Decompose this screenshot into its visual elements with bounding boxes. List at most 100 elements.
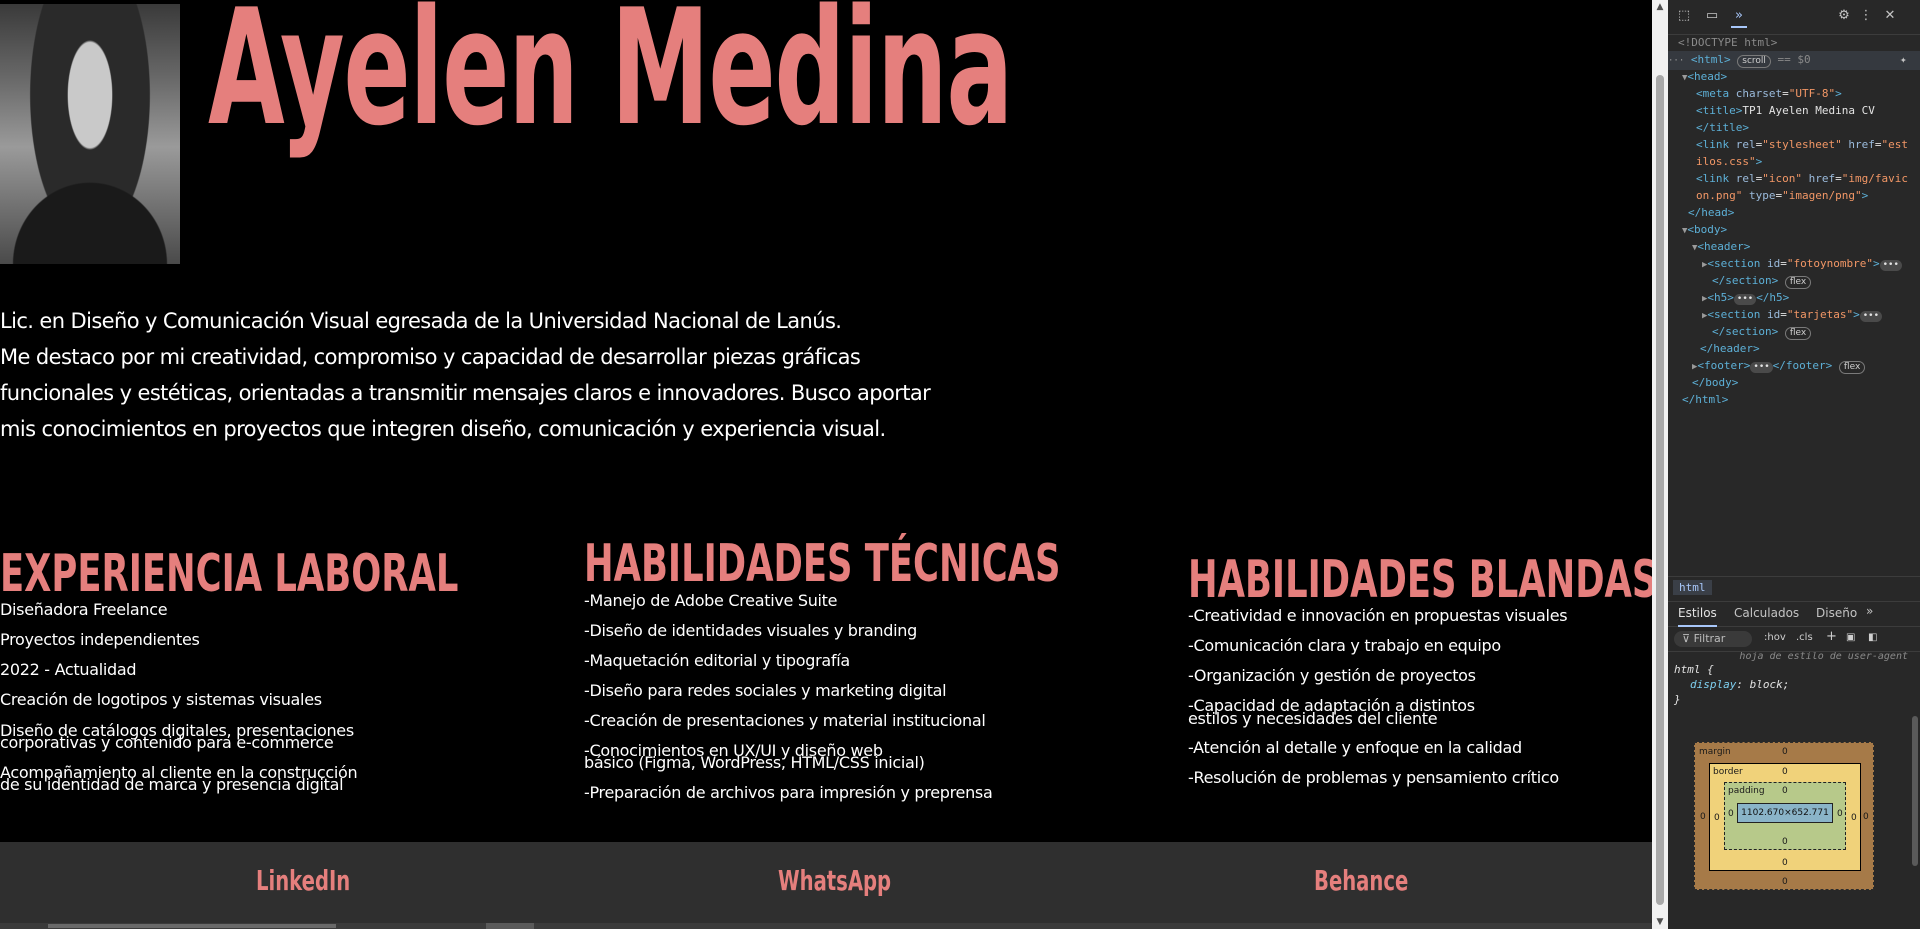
tecnicas-item: -Creación de presentaciones y material i… bbox=[584, 711, 986, 730]
devtools-toolbar: ⬚ ▭ » ⚙ ⋮ ✕ bbox=[1668, 0, 1920, 35]
vertical-scrollbar[interactable]: ▲ ▼ bbox=[1652, 0, 1668, 929]
bio-line: mis conocimientos en proyectos que integ… bbox=[0, 417, 886, 441]
paint-brush-icon[interactable]: ▣ bbox=[1846, 632, 1855, 643]
styles-scroll-thumb[interactable] bbox=[1912, 716, 1918, 866]
more-tabs-icon[interactable]: » bbox=[1866, 604, 1873, 618]
breadcrumb-html[interactable]: html bbox=[1673, 580, 1712, 595]
experiencia-item: Proyectos independientes bbox=[0, 630, 200, 649]
hov-toggle[interactable]: :hov bbox=[1764, 632, 1786, 643]
new-rule-icon[interactable]: + bbox=[1826, 629, 1837, 644]
experiencia-title: EXPERIENCIA LABORAL bbox=[0, 544, 459, 604]
blandas-item: -Creatividad e innovación en propuestas … bbox=[1188, 606, 1568, 625]
bio-line: Me destaco por mi creatividad, compromis… bbox=[0, 345, 861, 369]
behance-link[interactable]: Behance bbox=[1314, 864, 1408, 897]
padding-label: padding bbox=[1728, 786, 1765, 796]
box-model-padding[interactable]: padding 0 0 0 0 1102.670×652.771 bbox=[1724, 782, 1846, 850]
dom-title[interactable]: <title>TP1 Ayelen Medina CV bbox=[1696, 102, 1875, 119]
border-bottom-value[interactable]: 0 bbox=[1782, 858, 1788, 868]
scroll-up-arrow-icon[interactable]: ▲ bbox=[1655, 2, 1665, 12]
border-right-value[interactable]: 0 bbox=[1851, 813, 1857, 823]
bio-line: Lic. en Diseño y Comunicación Visual egr… bbox=[0, 309, 842, 333]
sidebar-toggle-icon[interactable]: ◧ bbox=[1868, 632, 1877, 643]
tecnicas-item: básico (Figma, WordPress, HTML/CSS inici… bbox=[584, 753, 925, 772]
margin-right-value[interactable]: 0 bbox=[1863, 812, 1869, 822]
dom-body-close[interactable]: </body> bbox=[1692, 374, 1738, 391]
dom-section-close[interactable]: </section> flex bbox=[1712, 323, 1812, 340]
blandas-item: -Organización y gestión de proyectos bbox=[1188, 666, 1476, 685]
whatsapp-link[interactable]: WhatsApp bbox=[778, 864, 891, 897]
padding-top-value[interactable]: 0 bbox=[1782, 786, 1788, 796]
devtools-panel: ⬚ ▭ » ⚙ ⋮ ✕ <!DOCTYPE html> ··· <html> s… bbox=[1668, 0, 1920, 929]
dom-link-icon-cont[interactable]: on.png" type="imagen/png"> bbox=[1696, 187, 1868, 204]
dom-link-stylesheet-cont[interactable]: ilos.css"> bbox=[1696, 153, 1762, 170]
css-declaration[interactable]: display: block; bbox=[1674, 677, 1914, 692]
blandas-item: -Comunicación clara y trabajo en equipo bbox=[1188, 636, 1501, 655]
cls-toggle[interactable]: .cls bbox=[1796, 632, 1813, 643]
styles-pane: hoja de estilo de user-agent html { disp… bbox=[1674, 652, 1914, 707]
border-left-value[interactable]: 0 bbox=[1714, 813, 1720, 823]
dom-section-close[interactable]: </section> flex bbox=[1712, 272, 1812, 289]
css-selector[interactable]: html { bbox=[1674, 662, 1914, 677]
site-footer: LinkedIn WhatsApp Behance bbox=[0, 842, 1652, 929]
settings-gear-icon[interactable]: ⚙ bbox=[1836, 8, 1852, 24]
horizontal-scroll-thumb[interactable] bbox=[48, 924, 336, 928]
filter-input[interactable]: ⊽ Filtrar bbox=[1674, 631, 1752, 647]
dom-head-close[interactable]: </head> bbox=[1688, 204, 1734, 221]
photo-shoulders bbox=[0, 169, 180, 264]
kebab-menu-icon[interactable]: ⋮ bbox=[1858, 8, 1874, 24]
filter-icon: ⊽ bbox=[1682, 632, 1694, 645]
dom-link-icon[interactable]: <link rel="icon" href="img/favic bbox=[1696, 170, 1908, 187]
horizontal-scrollbar[interactable] bbox=[0, 923, 1652, 929]
dom-meta[interactable]: <meta charset="UTF-8"> bbox=[1696, 85, 1842, 102]
padding-bottom-value[interactable]: 0 bbox=[1782, 837, 1788, 847]
dom-html-close[interactable]: </html> bbox=[1682, 391, 1728, 408]
tecnicas-item: -Preparación de archivos para impresión … bbox=[584, 783, 993, 802]
tecnicas-item: -Manejo de Adobe Creative Suite bbox=[584, 591, 838, 610]
padding-left-value[interactable]: 0 bbox=[1728, 809, 1734, 819]
horizontal-scroll-thumb-secondary[interactable] bbox=[486, 923, 534, 929]
box-model-margin[interactable]: margin 0 0 0 0 border 0 0 0 0 padding 0 … bbox=[1694, 742, 1874, 890]
margin-top-value[interactable]: 0 bbox=[1782, 747, 1788, 757]
bio-line: funcionales y estéticas, orientadas a tr… bbox=[0, 381, 931, 405]
experiencia-item: corporativas y contenido para e-commerce bbox=[0, 733, 334, 752]
close-icon[interactable]: ✕ bbox=[1882, 8, 1898, 24]
padding-right-value[interactable]: 0 bbox=[1837, 809, 1843, 819]
styles-filter-bar: ⊽ Filtrar :hov .cls + ▣ ◧ bbox=[1668, 627, 1920, 652]
breadcrumb: html bbox=[1668, 576, 1920, 602]
dom-header-close[interactable]: </header> bbox=[1700, 340, 1760, 357]
page-title: Ayelen Medina bbox=[208, 0, 1013, 161]
vertical-scroll-thumb[interactable] bbox=[1656, 75, 1664, 905]
tecnicas-item: -Diseño de identidades visuales y brandi… bbox=[584, 621, 917, 640]
dom-doctype[interactable]: <!DOCTYPE html> bbox=[1678, 34, 1777, 51]
experiencia-item: 2022 - Actualidad bbox=[0, 660, 137, 679]
styles-scrollbar[interactable] bbox=[1912, 656, 1918, 906]
page-viewport: Ayelen Medina Lic. en Diseño y Comunicac… bbox=[0, 0, 1652, 929]
dom-link-stylesheet[interactable]: <link rel="stylesheet" href="est bbox=[1696, 136, 1908, 153]
tab-calculados[interactable]: Calculados bbox=[1734, 606, 1799, 620]
border-label: border bbox=[1713, 767, 1743, 777]
css-close: } bbox=[1674, 693, 1681, 706]
bio-paragraph: Lic. en Diseño y Comunicación Visual egr… bbox=[0, 303, 931, 447]
blandas-item: -Atención al detalle y enfoque en la cal… bbox=[1188, 738, 1522, 757]
linkedin-link[interactable]: LinkedIn bbox=[256, 864, 350, 897]
blandas-title: HABILIDADES BLANDAS bbox=[1188, 550, 1652, 610]
margin-bottom-value[interactable]: 0 bbox=[1782, 877, 1788, 887]
border-top-value[interactable]: 0 bbox=[1782, 767, 1788, 777]
margin-left-value[interactable]: 0 bbox=[1700, 812, 1706, 822]
experiencia-item: de su identidad de marca y presencia dig… bbox=[0, 775, 344, 794]
profile-photo bbox=[0, 4, 180, 264]
scroll-down-arrow-icon[interactable]: ▼ bbox=[1655, 917, 1665, 927]
more-panels-icon[interactable]: » bbox=[1731, 8, 1747, 28]
device-toolbar-icon[interactable]: ▭ bbox=[1704, 8, 1720, 24]
tecnicas-item: -Maquetación editorial y tipografía bbox=[584, 651, 850, 670]
accessibility-icon[interactable]: ✦ bbox=[1900, 51, 1907, 68]
blandas-item: -Resolución de problemas y pensamiento c… bbox=[1188, 768, 1559, 787]
box-model-diagram: margin 0 0 0 0 border 0 0 0 0 padding 0 … bbox=[1694, 742, 1874, 890]
box-model-border[interactable]: border 0 0 0 0 padding 0 0 0 0 1102.670×… bbox=[1709, 763, 1861, 871]
box-model-content-size[interactable]: 1102.670×652.771 bbox=[1737, 803, 1833, 823]
dom-title-close[interactable]: </title> bbox=[1696, 119, 1749, 136]
tab-estilos[interactable]: Estilos bbox=[1678, 606, 1717, 627]
inspect-element-icon[interactable]: ⬚ bbox=[1676, 8, 1692, 24]
tab-diseno[interactable]: Diseño bbox=[1816, 606, 1857, 620]
user-agent-source: hoja de estilo de user-agent bbox=[1739, 652, 1908, 662]
